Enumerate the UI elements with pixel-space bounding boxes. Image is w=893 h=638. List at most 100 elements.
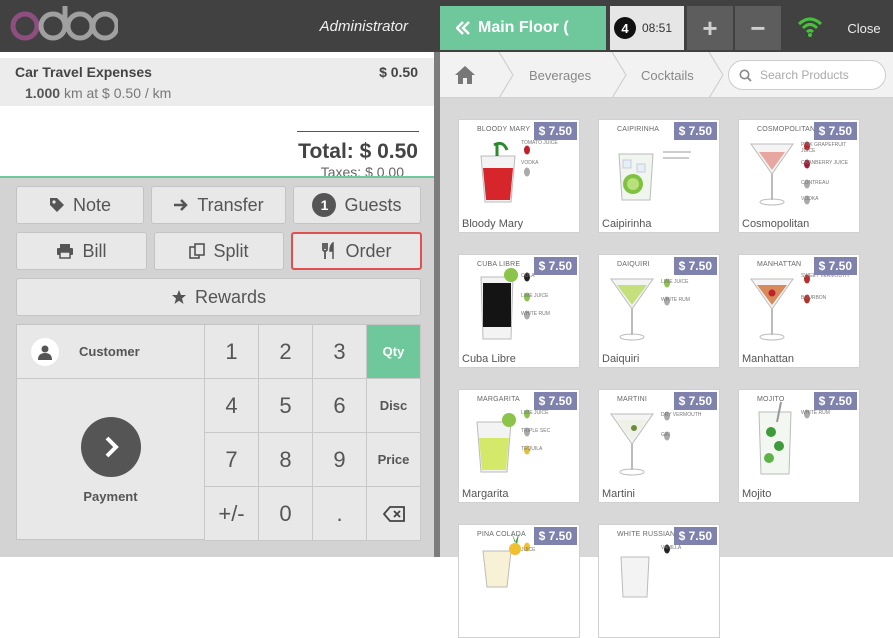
transfer-label: Transfer <box>197 194 264 215</box>
floor-button[interactable]: Main Floor ( <box>440 6 606 50</box>
product-card-manhattan[interactable]: MANHATTAN SWEET VERMOUTH BOURBON $ 7.50 … <box>738 254 860 368</box>
breadcrumb-cocktails[interactable]: Cocktails <box>641 52 694 98</box>
price-badge: $ 7.50 <box>813 122 857 140</box>
odoo-logo <box>10 6 118 41</box>
product-ingredient: GIN <box>661 432 670 438</box>
order-time: 08:51 <box>642 21 673 35</box>
numpad-key-5[interactable]: 5 <box>259 379 313 433</box>
mode-disc-button[interactable]: Disc <box>367 379 421 433</box>
product-illustration-title: CAIPIRINHA <box>617 126 660 133</box>
star-icon <box>171 290 186 304</box>
product-illustration-title: MARGARITA <box>477 396 520 403</box>
remove-order-button[interactable]: − <box>735 6 781 50</box>
note-button[interactable]: Note <box>16 186 144 224</box>
product-ingredient: CONTREAU <box>801 180 830 186</box>
cashier-name[interactable]: Administrator <box>230 18 408 35</box>
breadcrumb-separator <box>611 52 627 98</box>
product-name: Bloody Mary <box>462 218 524 230</box>
product-name: Manhattan <box>742 353 794 365</box>
numpad-key-6[interactable]: 6 <box>313 379 367 433</box>
product-card-cuba-libre[interactable]: CUBA LIBRE COLA LIME JUICE WHITE RUM $ 7… <box>458 254 580 368</box>
rewards-button[interactable]: Rewards <box>16 278 421 316</box>
product-illustration-title: PINA COLADA <box>477 531 526 538</box>
order-tab[interactable]: 4 08:51 <box>610 6 684 50</box>
payment-button[interactable]: Payment <box>17 379 205 541</box>
order-line[interactable]: Car Travel Expenses $ 0.50 1.000 km at $… <box>0 58 434 106</box>
guests-button[interactable]: 1 Guests <box>293 186 421 224</box>
order-button[interactable]: Order <box>291 232 422 270</box>
transfer-button[interactable]: Transfer <box>151 186 286 224</box>
numpad-key-decimal[interactable]: . <box>313 487 367 541</box>
product-ingredient: VODKA <box>801 196 819 202</box>
breadcrumb-beverages[interactable]: Beverages <box>529 52 591 98</box>
close-button[interactable]: Close <box>835 6 893 50</box>
product-ingredient: DRY VERMOUTH <box>661 412 702 418</box>
product-panel: Beverages Cocktails BLOODY MARY TOMATO J… <box>440 52 893 638</box>
numpad-key-0[interactable]: 0 <box>259 487 313 541</box>
split-button[interactable]: Split <box>154 232 284 270</box>
product-illustration-title: BLOODY MARY <box>477 126 531 133</box>
price-badge: $ 7.50 <box>813 392 857 410</box>
product-card-cosmopolitan[interactable]: COSMOPOLITAN PINK GRAPEFRUIT JUICE CRANB… <box>738 119 860 233</box>
double-chevron-left-icon <box>456 21 470 35</box>
order-number-badge: 4 <box>614 17 636 39</box>
mode-price-button[interactable]: Price <box>367 433 421 487</box>
order-taxes: Taxes: $ 0.00 <box>320 164 404 176</box>
product-illustration-title: CUBA LIBRE <box>477 261 521 268</box>
product-ingredient: CRANBERRY JUICE <box>801 160 849 166</box>
price-badge: $ 7.50 <box>673 527 717 545</box>
numpad-key-7[interactable]: 7 <box>205 433 259 487</box>
product-card-pina-colada[interactable]: PINA COLADA JUICE $ 7.50 <box>458 524 580 638</box>
product-ingredient: COLA <box>521 273 535 279</box>
numpad-key-3[interactable]: 3 <box>313 325 367 379</box>
breadcrumb-home[interactable] <box>454 52 476 98</box>
numpad-key-1[interactable]: 1 <box>205 325 259 379</box>
order-total: Total: $ 0.50 <box>298 140 418 163</box>
add-order-button[interactable]: + <box>687 6 733 50</box>
backspace-icon <box>382 505 405 522</box>
price-badge: $ 7.50 <box>813 257 857 275</box>
category-breadcrumb: Beverages Cocktails <box>440 52 893 98</box>
customer-button[interactable]: Customer <box>17 325 205 379</box>
bill-button[interactable]: Bill <box>16 232 147 270</box>
product-card-margarita[interactable]: MARGARITA LIME JUICE TRIPLE SEC TEQUILA … <box>458 389 580 503</box>
product-card-bloody-mary[interactable]: BLOODY MARY TOMATO JUICE VODKA $ 7.50 Bl… <box>458 119 580 233</box>
search-input[interactable] <box>760 68 870 82</box>
product-illustration-title: MOJITO <box>757 396 785 403</box>
product-ingredient: BOURBON <box>801 295 827 301</box>
backspace-button[interactable] <box>367 487 421 541</box>
order-panel: Car Travel Expenses $ 0.50 1.000 km at $… <box>0 52 434 557</box>
numpad-key-8[interactable]: 8 <box>259 433 313 487</box>
product-illustration-title: DAIQUIRI <box>617 261 650 268</box>
product-ingredient: TOMATO JUICE <box>521 140 558 146</box>
numpad-key-sign[interactable]: +/- <box>205 487 259 541</box>
printer-icon <box>57 244 74 259</box>
product-card-mojito[interactable]: MOJITO WHITE RUM $ 7.50 Mojito <box>738 389 860 503</box>
product-ingredient: TEQUILA <box>521 446 543 452</box>
search-box[interactable] <box>728 60 886 90</box>
split-label: Split <box>213 240 249 261</box>
product-ingredient: PINK GRAPEFRUIT JUICE <box>801 142 847 154</box>
bill-label: Bill <box>82 240 107 261</box>
product-card-caipirinha[interactable]: CAIPIRINHA $ 7.50 Caipirinha <box>598 119 720 233</box>
numpad-key-4[interactable]: 4 <box>205 379 259 433</box>
product-name: Cosmopolitan <box>742 218 810 230</box>
order-line-price: $ 0.50 <box>379 64 418 80</box>
summary-divider <box>297 131 419 132</box>
numpad-key-2[interactable]: 2 <box>259 325 313 379</box>
product-card-martini[interactable]: MARTINI DRY VERMOUTH GIN $ 7.50 Martini <box>598 389 720 503</box>
product-card-daiquiri[interactable]: DAIQUIRI LIME JUICE WHITE RUM $ 7.50 Dai… <box>598 254 720 368</box>
product-name: Martini <box>602 488 636 500</box>
numpad-key-9[interactable]: 9 <box>313 433 367 487</box>
numpad: Customer Payment 1 2 3 Qty 4 5 6 Disc 7 … <box>16 324 421 541</box>
order-label: Order <box>345 240 392 261</box>
product-ingredient: VODKA <box>521 160 539 166</box>
arrow-right-icon <box>174 199 189 211</box>
order-line-unit-detail: km at $ 0.50 / km <box>63 85 172 101</box>
product-ingredient: LIME JUICE <box>661 279 689 285</box>
top-bar: Administrator Main Floor ( 4 08:51 + − C… <box>0 0 893 52</box>
product-card-white-russian[interactable]: WHITE RUSSIAN VANILLA $ 7.50 <box>598 524 720 638</box>
mode-qty-button[interactable]: Qty <box>367 325 421 379</box>
order-line-name: Car Travel Expenses <box>15 64 152 80</box>
breadcrumb-separator <box>498 52 514 98</box>
